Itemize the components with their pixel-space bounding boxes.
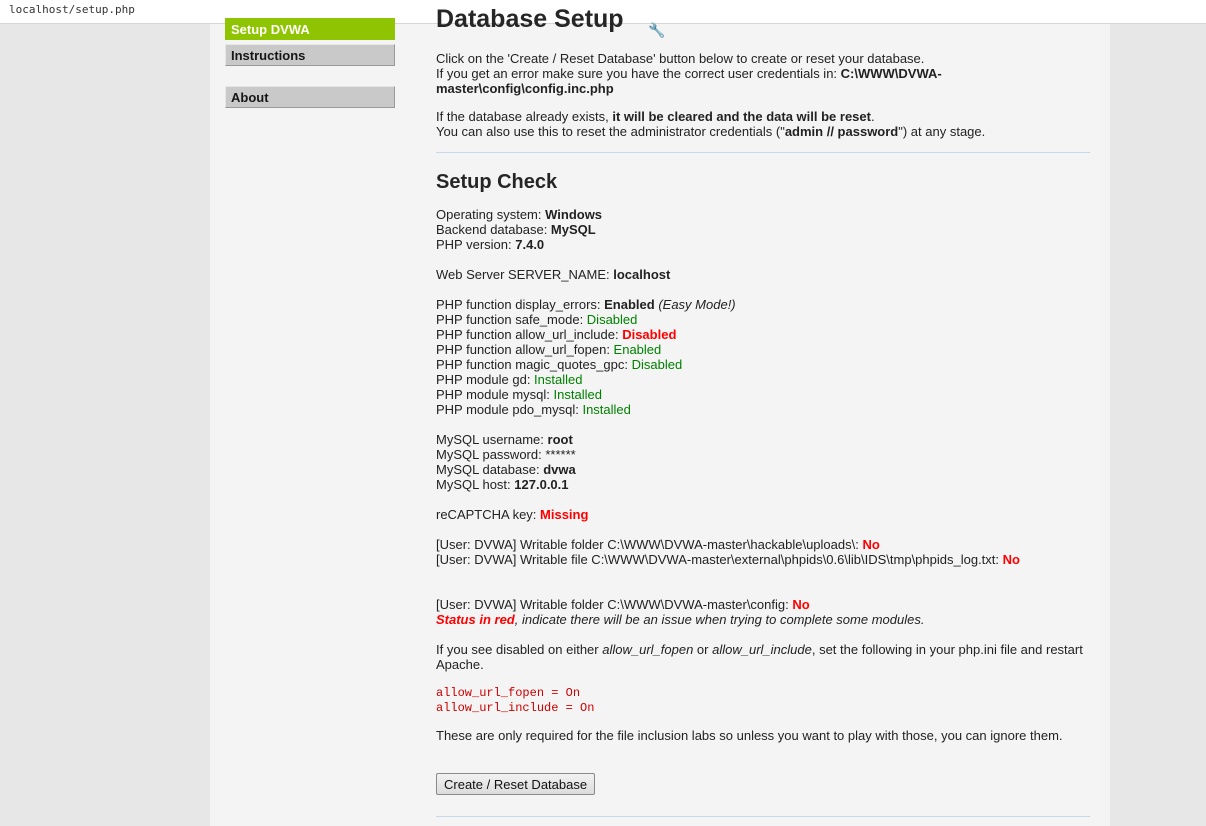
db-row: Backend database: MySQL (436, 222, 596, 237)
system-info: Operating system: Windows Backend databa… (436, 207, 1090, 252)
bottom-divider (436, 816, 1090, 817)
create-reset-database-button[interactable]: Create / Reset Database (436, 773, 596, 795)
intro-section: Click on the 'Create / Reset Database' b… (436, 51, 996, 96)
writable-checks: [User: DVWA] Writable folder C:\WWW\DVWA… (436, 537, 1090, 567)
menu-item-instructions[interactable]: Instructions (225, 44, 395, 66)
reset-section: If the database already exists, it will … (436, 109, 1090, 139)
gd-row: PHP module gd: Installed (436, 372, 583, 387)
mysql-host-row: MySQL host: 127.0.0.1 (436, 477, 569, 492)
php-row: PHP version: 7.4.0 (436, 237, 545, 252)
status-note: Status in red, indicate there will be an… (436, 612, 925, 627)
display-errors-row: PHP function display_errors: Enabled (Ea… (436, 297, 736, 312)
pdo-row: PHP module pdo_mysql: Installed (436, 402, 631, 417)
php-ini-code: allow_url_fopen = On allow_url_include =… (436, 686, 594, 716)
admin-reset-line: You can also use this to reset the admin… (436, 124, 986, 139)
divider (436, 152, 1090, 153)
code-line-include: allow_url_include = On (436, 701, 595, 715)
main-menu: Setup DVWA Instructions (225, 18, 395, 66)
os-row: Operating system: Windows (436, 207, 603, 222)
page-title: Database Setup (436, 5, 624, 33)
mysql-db-row: MySQL database: dvwa (436, 462, 576, 477)
recaptcha-row: reCAPTCHA key: Missing (436, 507, 589, 522)
server-row: Web Server SERVER_NAME: localhost (436, 267, 671, 282)
menu-item-setup[interactable]: Setup DVWA (225, 18, 395, 40)
mysql-row: PHP module mysql: Installed (436, 387, 602, 402)
menu-item-about[interactable]: About (225, 86, 395, 108)
mysql-info: MySQL username: root MySQL password: ***… (436, 432, 1090, 492)
phpids-row: [User: DVWA] Writable file C:\WWW\DVWA-m… (436, 552, 1020, 567)
reset-warning: If the database already exists, it will … (436, 109, 875, 124)
safe-mode-row: PHP function safe_mode: Disabled (436, 312, 638, 327)
uploads-row: [User: DVWA] Writable folder C:\WWW\DVWA… (436, 537, 880, 552)
required-note: These are only required for the file inc… (436, 728, 1063, 743)
url-fopen-row: PHP function allow_url_fopen: Enabled (436, 342, 662, 357)
url-include-row: PHP function allow_url_include: Disabled (436, 327, 677, 342)
config-check: [User: DVWA] Writable folder C:\WWW\DVWA… (436, 597, 1090, 627)
wrench-icon: 🔧 (648, 22, 666, 38)
php-functions: PHP function display_errors: Enabled (Ea… (436, 297, 1090, 417)
page-container: Setup DVWA Instructions About Database S… (210, 5, 1110, 826)
magic-quotes-row: PHP function magic_quotes_gpc: Disabled (436, 357, 683, 372)
url-text: localhost/setup.php (9, 3, 135, 16)
secondary-menu: About (225, 86, 395, 108)
disabled-instructions: If you see disabled on either allow_url_… (436, 642, 1083, 672)
mysql-pass-row: MySQL password: ****** (436, 447, 576, 462)
setup-check-title: Setup Check (436, 171, 558, 193)
credentials-line: If you get an error make sure you have t… (436, 66, 942, 96)
config-row: [User: DVWA] Writable folder C:\WWW\DVWA… (436, 597, 810, 612)
intro-line: Click on the 'Create / Reset Database' b… (436, 51, 925, 66)
mysql-user-row: MySQL username: root (436, 432, 573, 447)
code-line-fopen: allow_url_fopen = On (436, 686, 581, 700)
